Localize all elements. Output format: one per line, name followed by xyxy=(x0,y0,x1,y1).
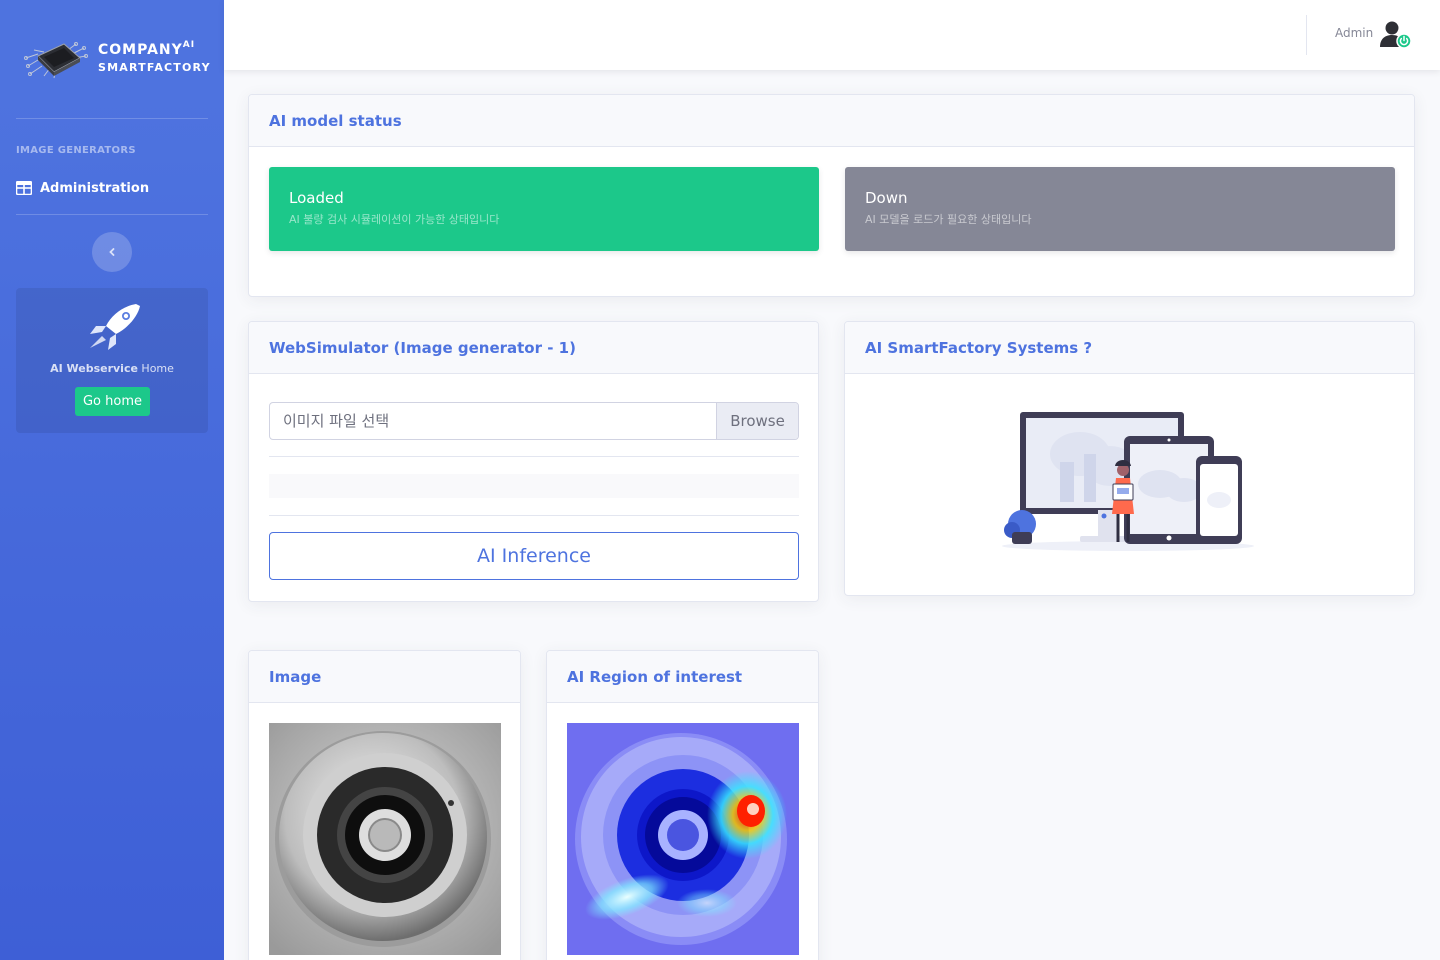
sidebar: COMPANYAI SMARTFACTORY IMAGE GENERATORS … xyxy=(0,0,224,960)
sidebar-item-label: Administration xyxy=(40,180,150,196)
ai-inference-button[interactable]: AI Inference xyxy=(269,532,799,580)
status-title: Down xyxy=(865,189,908,207)
roi-heatmap-image xyxy=(567,723,799,955)
image-card: Image xyxy=(248,650,521,960)
brand-name: COMPANY xyxy=(98,42,183,58)
status-title: Loaded xyxy=(289,189,344,207)
sidebar-item-administration[interactable]: Administration xyxy=(16,178,149,198)
user-power-icon[interactable] xyxy=(1378,19,1412,51)
chip-logo-icon xyxy=(24,42,88,79)
web-simulator-card: WebSimulator (Image generator - 1) 이미지 파… xyxy=(248,321,819,602)
table-icon xyxy=(16,181,32,195)
brand-text: COMPANYAI SMARTFACTORY xyxy=(98,36,211,77)
sidebar-divider xyxy=(16,214,208,215)
card-title: WebSimulator (Image generator - 1) xyxy=(269,338,576,357)
sidebar-divider xyxy=(16,118,208,119)
status-subtitle: AI 모델을 로드가 필요한 상태입니다 xyxy=(865,213,1032,226)
divider xyxy=(269,515,799,516)
status-subtitle: AI 불량 검사 시뮬레이션이 가능한 상태입니다 xyxy=(289,213,500,226)
topbar-divider xyxy=(1306,15,1307,55)
brand-link[interactable]: COMPANYAI SMARTFACTORY xyxy=(0,0,224,110)
devices-illustration xyxy=(1002,412,1254,551)
sidebar-toggle-button[interactable] xyxy=(92,232,132,272)
rocket-icon xyxy=(90,304,140,350)
card-title: Image xyxy=(269,667,322,686)
chevron-left-icon xyxy=(109,248,115,256)
go-home-button[interactable]: Go home xyxy=(75,387,150,416)
smartfactory-systems-card: AI SmartFactory Systems ? xyxy=(844,321,1415,596)
card-title: AI model status xyxy=(269,111,402,130)
input-image xyxy=(269,723,501,955)
card-title: AI Region of interest xyxy=(567,667,743,686)
model-status-card: AI model status Loaded AI 불량 검사 시뮬레이션이 가… xyxy=(248,94,1415,297)
browse-button[interactable]: Browse xyxy=(716,403,798,439)
promo-text: AI Webservice Home xyxy=(50,362,174,375)
sidebar-heading: IMAGE GENERATORS xyxy=(16,145,136,156)
card-title: AI SmartFactory Systems ? xyxy=(865,338,1093,357)
status-tile-loaded: Loaded AI 불량 검사 시뮬레이션이 가능한 상태입니다 xyxy=(269,167,819,251)
status-tile-down: Down AI 모델을 로드가 필요한 상태입니다 xyxy=(845,167,1395,251)
brand-superscript: AI xyxy=(182,40,196,50)
user-name[interactable]: Admin xyxy=(1335,26,1373,40)
file-input-label: 이미지 파일 선택 xyxy=(283,412,390,430)
image-file-input[interactable]: 이미지 파일 선택 Browse xyxy=(269,402,799,440)
result-area xyxy=(269,474,799,498)
brand-subtitle: SMARTFACTORY xyxy=(98,61,211,74)
divider xyxy=(269,456,799,457)
roi-card: AI Region of interest xyxy=(546,650,819,960)
sidebar-promo-card: AI Webservice Home Go home xyxy=(16,288,208,433)
topbar: Admin xyxy=(224,0,1440,70)
